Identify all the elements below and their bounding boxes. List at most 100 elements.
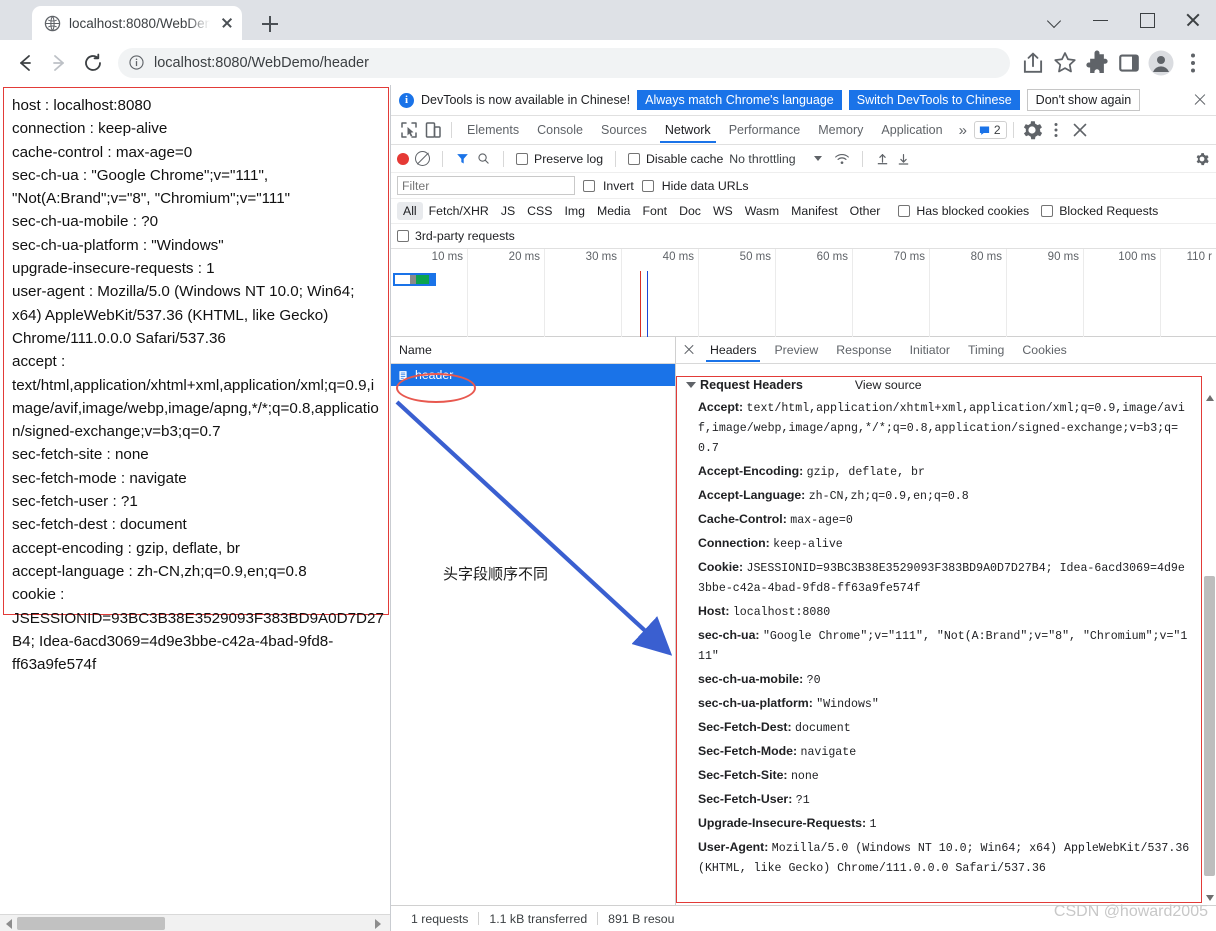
chevron-down-icon[interactable] [813,156,822,161]
toolbar-divider [451,122,452,138]
type-filter-ws[interactable]: WS [707,202,739,220]
share-icon[interactable] [1018,48,1048,78]
blocked-requests-label: Blocked Requests [1059,204,1159,218]
invert-checkbox[interactable] [583,179,595,192]
banner-close-icon[interactable] [1190,90,1210,110]
dont-show-again-button[interactable]: Don't show again [1026,89,1141,111]
tab-close-icon[interactable] [218,14,236,32]
header-value: "Windows" [816,698,879,711]
tab-console[interactable]: Console [528,118,592,142]
address-bar[interactable]: localhost:8080/WebDemo/header [118,47,1010,78]
page-horizontal-scrollbar[interactable] [0,914,390,931]
chevron-down-icon[interactable] [1032,0,1078,40]
type-filter-media[interactable]: Media [591,202,637,220]
side-panel-icon[interactable] [1114,48,1144,78]
page-headers-text: host : localhost:8080 connection : keep-… [12,97,384,674]
view-source-link[interactable]: View source [855,378,922,392]
scrollbar-thumb[interactable] [17,917,165,930]
throttling-select[interactable]: No throttling [729,152,795,166]
tab-performance[interactable]: Performance [720,118,810,142]
browser-tab[interactable]: localhost:8080/WebDemo/hea [32,6,242,40]
tab-elements[interactable]: Elements [458,118,528,142]
headers-vertical-scrollbar[interactable] [1203,391,1216,905]
type-filter-fetch-xhr[interactable]: Fetch/XHR [423,202,495,220]
type-filter-wasm[interactable]: Wasm [739,202,785,220]
blocked-requests-checkbox[interactable] [1041,205,1054,217]
funnel-filter-icon[interactable] [455,151,470,166]
scrollbar-thumb[interactable] [1204,576,1215,876]
window-controls [1032,0,1216,40]
resource-type-filters: All Fetch/XHR JS CSS Img Media Font Doc … [391,199,1216,224]
collapse-triangle-icon[interactable] [686,382,696,388]
type-filter-js[interactable]: JS [495,202,521,220]
preserve-log-checkbox[interactable] [516,152,528,165]
type-filter-font[interactable]: Font [636,202,673,220]
new-tab-button[interactable] [256,10,284,38]
clear-icon[interactable] [415,151,430,166]
scroll-down-arrow-icon[interactable] [1206,895,1214,901]
detail-close-icon[interactable] [680,341,698,359]
has-blocked-cookies-checkbox[interactable] [898,205,911,217]
bookmark-star-icon[interactable] [1050,48,1080,78]
switch-to-chinese-button[interactable]: Switch DevTools to Chinese [848,90,1020,110]
reload-button[interactable] [76,46,110,80]
record-dot-icon[interactable] [397,152,409,165]
detail-tab-response[interactable]: Response [827,339,900,361]
tab-network[interactable]: Network [656,118,720,143]
devtools-close-icon[interactable] [1068,118,1092,142]
network-settings-gear-icon[interactable] [1194,151,1210,167]
invert-label: Invert [603,178,634,193]
export-har-icon[interactable] [896,151,911,167]
detail-tab-initiator[interactable]: Initiator [901,339,959,361]
message-count-badge[interactable]: 2 [973,121,1007,139]
device-toolbar-icon[interactable] [421,118,445,142]
forward-button[interactable] [42,46,76,80]
disable-cache-checkbox[interactable] [628,152,641,165]
type-filter-manifest[interactable]: Manifest [785,202,843,220]
tab-sources[interactable]: Sources [592,118,656,142]
more-tabs-icon[interactable]: » [952,122,974,139]
scroll-up-arrow-icon[interactable] [1206,395,1214,401]
always-match-language-button[interactable]: Always match Chrome's language [637,90,842,110]
chrome-menu-icon[interactable] [1178,48,1208,78]
detail-tab-timing[interactable]: Timing [959,339,1013,361]
filter-input[interactable] [397,176,575,195]
detail-tab-preview[interactable]: Preview [765,339,827,361]
type-filter-other[interactable]: Other [844,202,887,220]
network-overview-timeline[interactable]: 10 ms 20 ms 30 ms 40 ms 50 ms 60 ms 70 m… [391,249,1216,337]
type-filter-all[interactable]: All [397,202,423,220]
back-button[interactable] [8,46,42,80]
inspect-element-icon[interactable] [397,118,421,142]
third-party-requests-checkbox[interactable] [397,230,409,242]
extensions-puzzle-icon[interactable] [1082,48,1112,78]
type-filter-doc[interactable]: Doc [673,202,707,220]
scroll-right-arrow-icon[interactable] [375,919,381,929]
header-name: Host: [698,604,730,618]
minimize-icon[interactable] [1078,0,1124,40]
import-har-icon[interactable] [875,151,890,167]
maximize-icon[interactable] [1124,0,1170,40]
close-icon[interactable] [1170,0,1216,40]
hide-data-urls-checkbox[interactable] [641,179,654,192]
timeline-tick: 30 ms [585,251,617,263]
third-party-requests-label: 3rd-party requests [415,229,515,243]
request-row-header[interactable]: header [391,364,675,386]
type-filter-css[interactable]: CSS [521,202,558,220]
header-value: ?0 [806,674,821,687]
timeline-tick: 10 ms [431,251,463,263]
detail-tab-cookies[interactable]: Cookies [1013,339,1075,361]
header-name: Accept: [698,400,744,414]
type-filter-img[interactable]: Img [558,202,591,220]
timeline-tick: 20 ms [508,251,540,263]
detail-tab-headers[interactable]: Headers [701,339,765,362]
scroll-left-arrow-icon[interactable] [6,919,12,929]
header-name: Sec-Fetch-Dest: [698,720,792,734]
profile-avatar-icon[interactable] [1146,48,1176,78]
search-icon[interactable] [476,151,491,166]
settings-gear-icon[interactable] [1020,118,1044,142]
page-viewport: host : localhost:8080 connection : keep-… [0,85,391,931]
more-vertical-icon[interactable] [1044,118,1068,142]
network-conditions-icon[interactable] [834,151,850,167]
tab-memory[interactable]: Memory [809,118,872,142]
tab-application[interactable]: Application [872,118,951,142]
